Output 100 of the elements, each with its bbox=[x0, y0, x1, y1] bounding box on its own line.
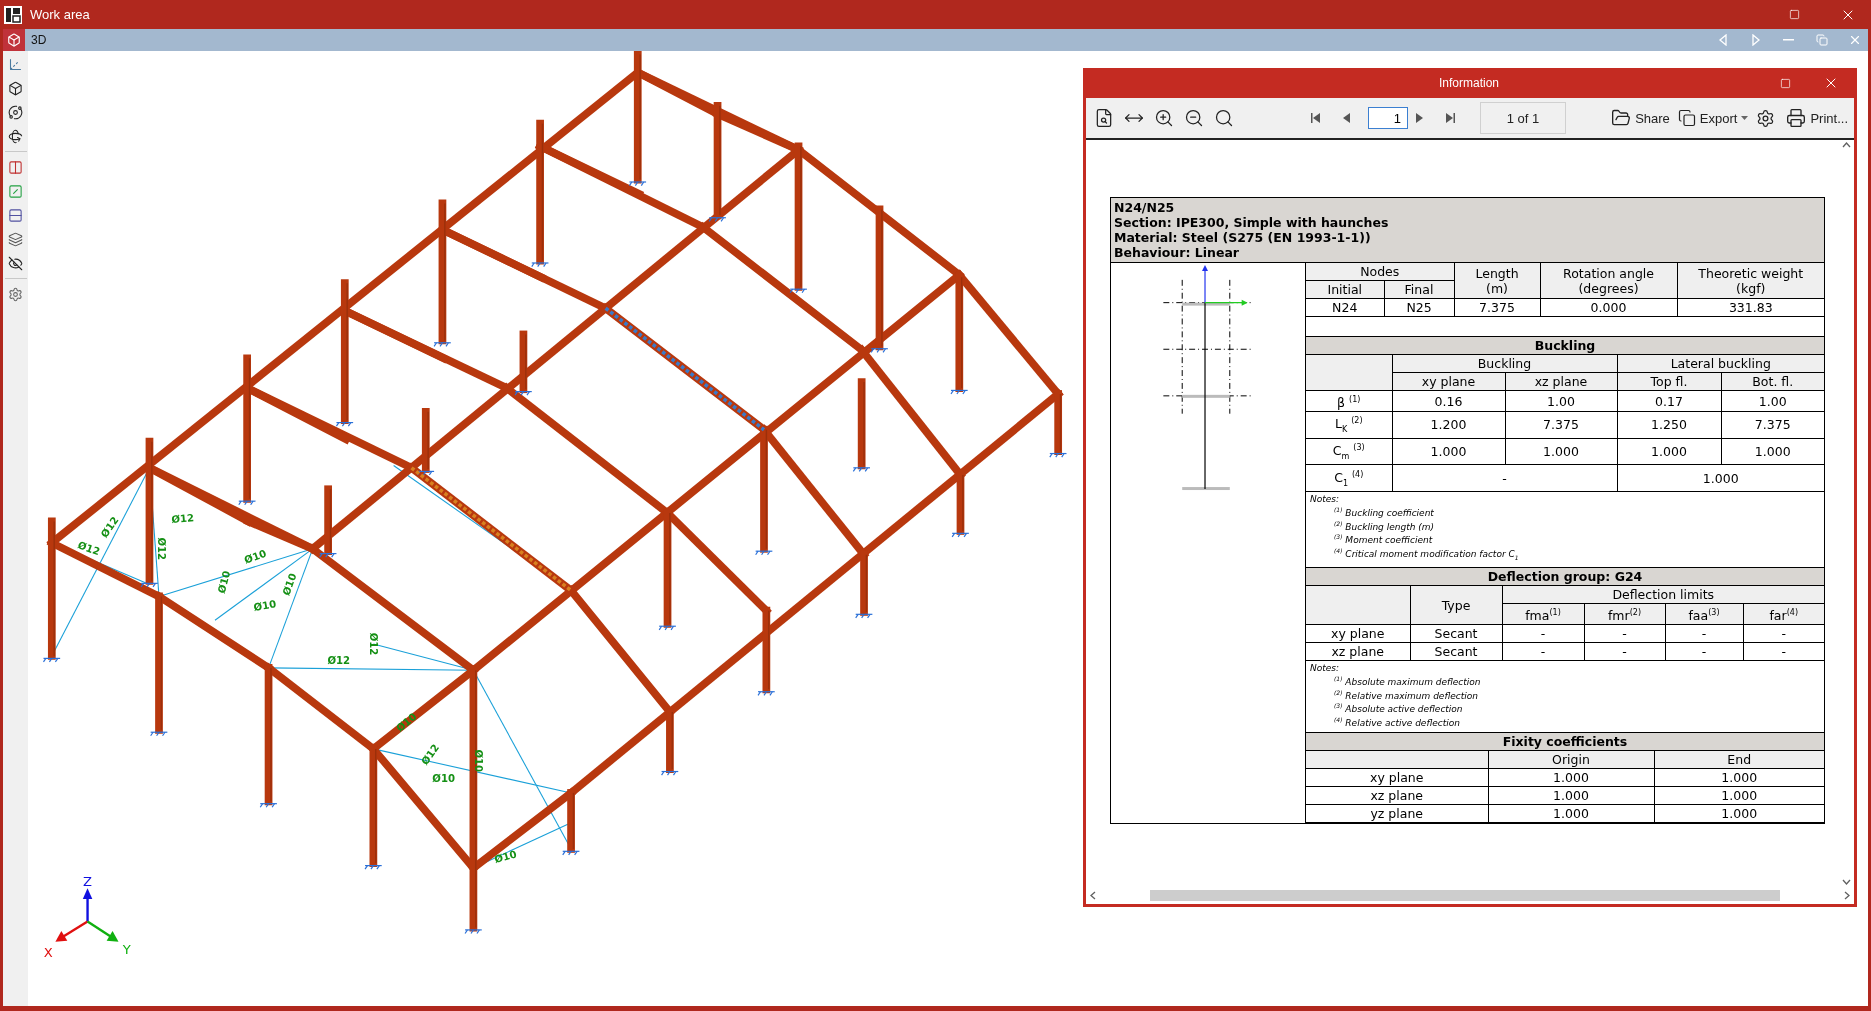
table-cell: 0.17 bbox=[1617, 390, 1721, 412]
column-header-text: faa$^{(3)}$ bbox=[1688, 608, 1720, 624]
row-label: xy plane bbox=[1306, 768, 1488, 787]
table-cell: - bbox=[1584, 624, 1665, 643]
bracing-label: Ø10 bbox=[280, 571, 299, 597]
bracing-label: Ø10 bbox=[432, 772, 455, 784]
bracing-label: Ø12 bbox=[368, 632, 380, 656]
table-cell: 1.200 bbox=[1392, 411, 1505, 439]
eye-off-icon bbox=[8, 255, 23, 271]
settings-icon bbox=[1756, 108, 1776, 128]
bracing-label: Ø12 bbox=[76, 539, 102, 558]
column-header-text: fmr$^{(2)}$ bbox=[1607, 608, 1642, 624]
note-text: $^{(3)}$ Absolute active deflection bbox=[1333, 701, 1464, 715]
column-header: Rotation angle (degrees) bbox=[1540, 263, 1677, 299]
orbit-icon bbox=[8, 104, 23, 120]
table-cell: - bbox=[1502, 624, 1584, 643]
app-logo-icon bbox=[4, 5, 22, 24]
section-title: Fixity coefficients bbox=[1306, 733, 1824, 751]
bracing-label: Ø10 bbox=[242, 547, 268, 566]
bracing-label: Ø10 bbox=[493, 848, 518, 866]
axis-label: X bbox=[43, 945, 53, 961]
table-cell: 1.000 bbox=[1488, 804, 1654, 823]
row-label: xz plane bbox=[1306, 642, 1410, 661]
row-label: xy plane bbox=[1306, 624, 1410, 643]
bracing-label: Ø10 bbox=[252, 598, 278, 613]
diagonal-square-icon bbox=[8, 183, 23, 199]
folder-icon bbox=[1611, 108, 1632, 128]
table-cell: Secant bbox=[1410, 642, 1502, 661]
maximize-icon bbox=[1788, 9, 1800, 20]
bracing-label: Ø10 bbox=[473, 749, 485, 773]
header-line: N24/N25 bbox=[1114, 200, 1176, 215]
note-text: $^{(4)}$ Critical moment modification factor C$_{1}$ bbox=[1333, 545, 1520, 563]
notes-label: Notes: bbox=[1310, 663, 1341, 675]
export-button[interactable]: Export bbox=[1675, 104, 1751, 132]
table-cell: 7.375 bbox=[1505, 411, 1617, 439]
caret-icon bbox=[1741, 116, 1749, 120]
window-title: Information bbox=[1438, 76, 1500, 90]
table-cell: N24 bbox=[1306, 298, 1384, 317]
row-label: yz plane bbox=[1306, 804, 1488, 823]
note-text: $^{(1)}$ Absolute maximum deflection bbox=[1333, 674, 1482, 688]
axis-label: Y bbox=[122, 941, 131, 957]
axis-label: Z bbox=[83, 873, 93, 889]
zoom-out-icon bbox=[1184, 108, 1204, 128]
share-button[interactable]: Share bbox=[1609, 104, 1672, 132]
rows-icon bbox=[8, 207, 23, 223]
table-cell: Secant bbox=[1410, 624, 1502, 643]
table-cell: 1.000 bbox=[1488, 786, 1654, 805]
table-cell: N25 bbox=[1384, 298, 1454, 317]
table-cell: 1.000 bbox=[1488, 768, 1654, 787]
settings-icon bbox=[8, 286, 23, 302]
maximize-icon bbox=[1779, 77, 1791, 89]
table-cell: - bbox=[1392, 464, 1617, 492]
window-title: Work area bbox=[30, 7, 91, 22]
table-cell: 0.16 bbox=[1392, 390, 1505, 412]
axes-icon bbox=[8, 56, 23, 72]
header-line: Section: IPE300, Simple with haunches bbox=[1114, 215, 1390, 230]
column-group-header: Nodes bbox=[1306, 263, 1454, 281]
table-cell: 1.250 bbox=[1617, 411, 1721, 439]
restore-icon bbox=[1815, 34, 1828, 46]
zoom-in-icon bbox=[1154, 108, 1174, 128]
table-cell: 1.00 bbox=[1505, 390, 1617, 412]
column-header-text: far$^{(4)}$ bbox=[1769, 608, 1798, 624]
column-header-text: fma$^{(1)}$ bbox=[1525, 608, 1561, 624]
note-text: $^{(1)}$ Buckling coefficient bbox=[1333, 505, 1435, 519]
bracing-label: Ø12 bbox=[156, 537, 168, 561]
table-cell: - bbox=[1584, 642, 1665, 661]
symbol-text: β $^{(1)}$ bbox=[1337, 395, 1361, 411]
cube-icon bbox=[8, 80, 23, 96]
bracing-label: Ø12 bbox=[327, 654, 351, 666]
column-header: Theoretic weight (kgf) bbox=[1677, 263, 1824, 299]
table-cell: 7.375 bbox=[1454, 298, 1540, 317]
header-line: Behaviour: Linear bbox=[1114, 245, 1240, 260]
bracing-label: Ø10 bbox=[215, 569, 233, 595]
page-field[interactable]: 1 bbox=[1368, 107, 1408, 129]
right-triangle-icon bbox=[1750, 34, 1761, 46]
left-triangle-icon bbox=[1717, 34, 1728, 46]
layers-icon bbox=[8, 231, 23, 247]
split-panel-icon bbox=[8, 159, 23, 175]
notes-label: Notes: bbox=[1310, 494, 1341, 506]
print-button[interactable]: Print... bbox=[1784, 104, 1850, 132]
table-cell: 1.000 bbox=[1617, 438, 1721, 465]
header-line: Material: Steel (S275 (EN 1993-1-1)) bbox=[1114, 230, 1372, 245]
minimize-icon bbox=[1783, 39, 1794, 41]
page-count: 1 of 1 bbox=[1480, 102, 1566, 134]
section-title: Buckling bbox=[1306, 337, 1824, 355]
table-cell: 1.000 bbox=[1505, 438, 1617, 465]
column-header: Length (m) bbox=[1454, 263, 1540, 299]
column-header: Type bbox=[1410, 585, 1502, 625]
right-triangle-icon bbox=[1444, 112, 1456, 124]
page-search-icon bbox=[1094, 108, 1114, 128]
note-text: $^{(2)}$ Relative maximum deflection bbox=[1333, 687, 1479, 702]
table-cell: - bbox=[1665, 624, 1743, 643]
note-text: $^{(2)}$ Buckling length (m) bbox=[1333, 518, 1436, 533]
search-icon bbox=[1214, 108, 1234, 128]
left-triangle-icon bbox=[1310, 112, 1322, 124]
note-text: $^{(4)}$ Relative active deflection bbox=[1333, 714, 1461, 729]
bracing-label: Ø12 bbox=[171, 512, 195, 525]
note-text: $^{(3)}$ Moment coefficient bbox=[1333, 532, 1434, 546]
rotate-icon bbox=[8, 128, 23, 144]
axis-triad bbox=[55, 888, 119, 942]
